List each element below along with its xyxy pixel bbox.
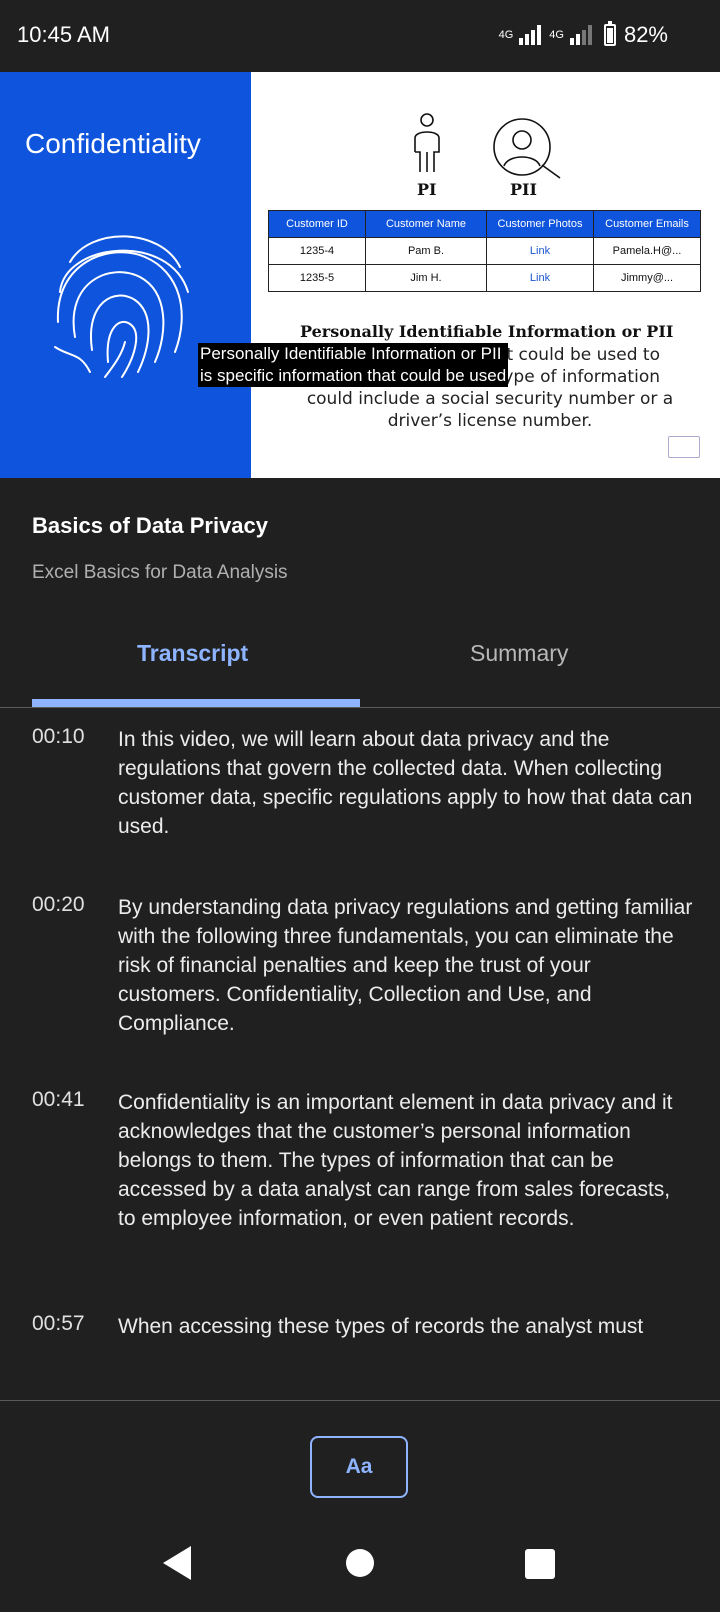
video-player[interactable]: Confidentiality PI PII Customer ID Custo…: [0, 72, 720, 478]
slide-logo-icon: [668, 436, 700, 458]
video-caption: Personally Identifiable Information or P…: [198, 343, 509, 387]
table-cell: 1235-5: [268, 264, 366, 292]
tab-transcript[interactable]: Transcript: [137, 640, 248, 667]
table-header: Customer Name: [365, 210, 487, 238]
caption-line: Personally Identifiable Information or P…: [200, 344, 502, 363]
table-row: 1235-5 Jim H. Link Jimmy@...: [268, 264, 701, 292]
table-cell-link: Link: [486, 264, 594, 292]
course-subtitle: Excel Basics for Data Analysis: [32, 562, 288, 583]
table-cell-link: Link: [486, 237, 594, 265]
battery-percent: 82%: [623, 22, 668, 47]
table-header: Customer ID: [268, 210, 366, 238]
transcript-text[interactable]: When accessing these types of records th…: [118, 1312, 693, 1341]
font-size-button[interactable]: Aa: [310, 1436, 408, 1498]
transcript-timestamp[interactable]: 00:57: [32, 1312, 85, 1336]
transcript-text[interactable]: Confidentiality is an important element …: [118, 1088, 693, 1233]
caption-line: is specific information that could be us…: [200, 366, 507, 385]
status-bar: 10:45 AM 4G 4G 82%: [0, 0, 720, 72]
slide-title: Confidentiality: [25, 128, 201, 159]
lesson-title: Basics of Data Privacy: [32, 513, 269, 538]
table-row: 1235-4 Pam B. Link Pamela.H@...: [268, 237, 701, 265]
table-cell: Pamela.H@...: [593, 237, 701, 265]
back-icon[interactable]: [163, 1546, 191, 1580]
table-header: Customer Emails: [593, 210, 701, 238]
status-indicators: 4G 4G 82%: [498, 21, 668, 48]
active-tab-indicator: [32, 699, 360, 707]
table-cell: Pam B.: [365, 237, 487, 265]
battery-fill: [606, 28, 613, 43]
signal-strength-icon-2: [569, 25, 592, 45]
pi-label: PI: [417, 180, 437, 199]
table-header: Customer Photos: [486, 210, 594, 238]
transcript-text[interactable]: In this video, we will learn about data …: [118, 725, 693, 841]
table-cell: Jimmy@...: [593, 264, 701, 292]
transcript-timestamp[interactable]: 00:10: [32, 725, 85, 749]
pii-body-line: could include a social security number o…: [306, 389, 674, 409]
pii-body-line: driver’s license number.: [387, 411, 593, 431]
transcript-text[interactable]: By understanding data privacy regulation…: [118, 893, 693, 1038]
slide-customer-table: Customer ID Customer Name Customer Photo…: [268, 210, 701, 292]
table-cell: Jim H.: [365, 264, 487, 292]
pii-heading: Personally Identifiable Information or P…: [300, 322, 674, 341]
home-icon[interactable]: [346, 1549, 374, 1577]
slide-blue-panel: Confidentiality: [0, 72, 251, 478]
transcript-timestamp[interactable]: 00:20: [32, 893, 85, 917]
network-type-2: 4G: [549, 29, 564, 41]
pii-label: PII: [510, 180, 537, 199]
battery-icon: [603, 21, 616, 46]
network-type-1: 4G: [498, 29, 514, 41]
tab-summary[interactable]: Summary: [470, 640, 568, 667]
transcript-list[interactable]: 00:10 In this video, we will learn about…: [0, 708, 720, 1400]
table-cell: 1235-4: [268, 237, 366, 265]
fingerprint-icon: [54, 235, 189, 378]
bottom-divider: [0, 1400, 720, 1401]
signal-strength-icon: [519, 25, 542, 45]
recent-apps-icon[interactable]: [525, 1549, 555, 1579]
transcript-timestamp[interactable]: 00:41: [32, 1088, 85, 1112]
status-time: 10:45 AM: [17, 22, 110, 47]
